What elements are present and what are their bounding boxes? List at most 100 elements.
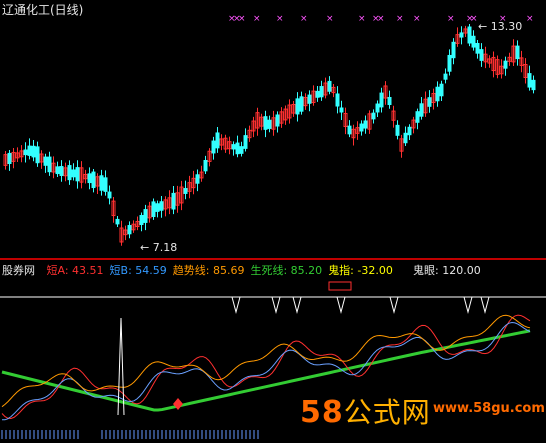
candle: [475, 40, 480, 59]
candle: [23, 142, 28, 163]
candle: [119, 220, 124, 246]
candle: [459, 26, 464, 45]
candle: [439, 80, 444, 102]
candle: [107, 185, 112, 205]
candle: [263, 110, 268, 138]
v-signal: [292, 296, 302, 314]
candle: [103, 170, 108, 196]
candle: [163, 196, 168, 217]
kline-chart[interactable]: ××× × × × × × ×× × × × ×× × ×: [0, 0, 546, 443]
candle: [419, 96, 424, 120]
candle: [355, 121, 360, 140]
indicator-fields: 短A: 43.51 短B: 54.59 趋势线: 85.69 生死线: 85.20 鬼指…: [47, 264, 399, 277]
candle: [435, 81, 440, 107]
candle: [431, 88, 436, 110]
candle: [295, 92, 300, 122]
indicator-field-1: 短B: 54.59: [109, 264, 167, 277]
candle: [11, 148, 16, 169]
candle: [75, 160, 80, 189]
candle: [307, 90, 312, 112]
candle: [131, 220, 136, 233]
candle: [151, 198, 156, 220]
panel-divider: [0, 258, 546, 260]
v-signal: [463, 296, 473, 314]
candle: [15, 147, 20, 163]
indicator-name[interactable]: 股券网: [2, 264, 35, 277]
candle: [367, 110, 372, 134]
candle: [235, 135, 240, 158]
candle: [99, 169, 104, 196]
candle: [111, 196, 116, 223]
signal-x-mark: ×: [300, 14, 308, 24]
candle: [55, 161, 60, 177]
candle: [423, 91, 428, 117]
candle: [451, 38, 456, 65]
chart-title: 辽通化工(日线): [2, 3, 84, 17]
candle: [351, 124, 356, 146]
candle: [495, 55, 500, 79]
candle: [143, 204, 148, 231]
candlestick-series: [3, 23, 536, 246]
signal-x-mark: ×: [276, 14, 284, 24]
candle: [427, 90, 432, 113]
candle: [507, 52, 512, 66]
candle: [395, 120, 400, 140]
candle: [71, 163, 76, 181]
candle: [231, 141, 236, 156]
candle: [455, 27, 460, 47]
candle: [219, 134, 224, 151]
candle: [279, 107, 284, 128]
signal-x-mark: ×: [238, 14, 246, 24]
candle: [207, 148, 212, 167]
candle: [3, 151, 8, 170]
candle: [363, 115, 368, 134]
candle: [271, 110, 276, 136]
candle: [47, 151, 52, 176]
candle: [67, 160, 72, 185]
candle: [267, 115, 272, 133]
candle: [339, 100, 344, 120]
candle: [147, 201, 152, 223]
candle: [391, 105, 396, 128]
signal-x-mark: ×: [377, 14, 385, 24]
candle: [179, 180, 184, 211]
candle: [227, 136, 232, 155]
candle: [347, 120, 352, 138]
candle: [159, 196, 164, 218]
v-signal: [389, 296, 399, 314]
candle: [315, 85, 320, 102]
candle: [199, 165, 204, 182]
candle: [531, 75, 536, 94]
candle: [87, 167, 92, 190]
candle: [195, 169, 200, 192]
candle: [187, 175, 192, 199]
signal-x-mark: ×: [358, 14, 366, 24]
candle: [359, 120, 364, 136]
candle: [411, 116, 416, 134]
candle: [59, 160, 64, 182]
candle: [335, 86, 340, 114]
candle: [255, 107, 260, 136]
candle: [303, 93, 308, 110]
signal-x-mark: ×: [326, 14, 334, 24]
candle: [343, 107, 348, 135]
candle: [399, 134, 404, 158]
candle: [247, 125, 252, 142]
candle: [155, 200, 160, 218]
candle: [387, 90, 392, 109]
candle: [183, 180, 188, 200]
price-high-label: ← 13.30: [478, 20, 523, 33]
candle: [471, 30, 476, 51]
v-signal: [480, 296, 490, 314]
candle: [511, 39, 516, 66]
candle: [7, 150, 12, 171]
candle: [415, 108, 420, 130]
candle: [327, 76, 332, 95]
candle: [443, 68, 448, 84]
signal-x-mark: ×: [526, 14, 534, 24]
candle: [503, 56, 508, 76]
candle: [487, 55, 492, 68]
candle: [299, 91, 304, 115]
candle: [31, 139, 36, 162]
candle: [27, 138, 32, 160]
